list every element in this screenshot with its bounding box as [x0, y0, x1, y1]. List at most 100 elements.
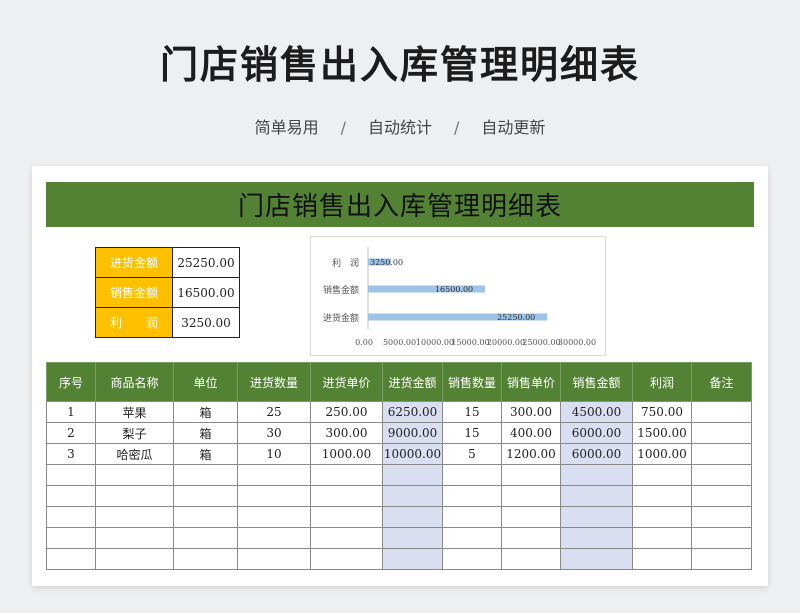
table-cell[interactable]: 6250.00 — [382, 401, 443, 423]
table-cell[interactable]: 箱 — [173, 443, 238, 465]
column-header[interactable]: 进货单价 — [310, 362, 383, 402]
summary-label-profit[interactable]: 利 润 — [95, 307, 173, 338]
table-cell[interactable] — [382, 485, 443, 507]
table-cell[interactable] — [691, 401, 752, 423]
summary-value-purchase[interactable]: 25250.00 — [172, 247, 240, 278]
table-cell[interactable] — [237, 485, 311, 507]
table-cell[interactable] — [691, 422, 752, 444]
table-cell[interactable]: 10 — [237, 443, 311, 465]
table-cell[interactable] — [173, 548, 238, 570]
table-cell[interactable] — [46, 548, 96, 570]
table-cell[interactable] — [382, 464, 443, 486]
summary-label-purchase[interactable]: 进货金额 — [95, 247, 173, 278]
summary-label-sales[interactable]: 销售金额 — [95, 277, 173, 308]
summary-value-sales[interactable]: 16500.00 — [172, 277, 240, 308]
table-cell[interactable] — [691, 443, 752, 465]
table-cell[interactable]: 250.00 — [310, 401, 383, 423]
table-cell[interactable] — [442, 527, 502, 549]
column-header[interactable]: 利润 — [632, 362, 692, 402]
table-cell[interactable]: 箱 — [173, 422, 238, 444]
table-cell[interactable]: 5 — [442, 443, 502, 465]
table-cell[interactable] — [310, 485, 383, 507]
table-cell[interactable] — [173, 506, 238, 528]
table-cell[interactable]: 750.00 — [632, 401, 692, 423]
table-cell[interactable] — [237, 527, 311, 549]
table-cell[interactable]: 1000.00 — [310, 443, 383, 465]
table-cell[interactable]: 1000.00 — [632, 443, 692, 465]
table-cell[interactable] — [95, 506, 174, 528]
table-cell[interactable] — [237, 506, 311, 528]
column-header[interactable]: 进货金额 — [382, 362, 443, 402]
column-header[interactable]: 序号 — [46, 362, 96, 402]
summary-value-profit[interactable]: 3250.00 — [172, 307, 240, 338]
table-cell[interactable] — [46, 464, 96, 486]
table-cell[interactable]: 1500.00 — [632, 422, 692, 444]
column-header[interactable]: 销售单价 — [501, 362, 561, 402]
table-cell[interactable] — [382, 506, 443, 528]
table-cell[interactable]: 哈密瓜 — [95, 443, 174, 465]
column-header[interactable]: 进货数量 — [237, 362, 311, 402]
column-header[interactable]: 备注 — [691, 362, 752, 402]
table-cell[interactable] — [691, 548, 752, 570]
table-cell[interactable] — [46, 485, 96, 507]
table-cell[interactable] — [46, 527, 96, 549]
table-cell[interactable] — [95, 527, 174, 549]
table-cell[interactable]: 9000.00 — [382, 422, 443, 444]
table-cell[interactable] — [310, 548, 383, 570]
table-cell[interactable] — [95, 485, 174, 507]
table-cell[interactable] — [501, 464, 561, 486]
table-cell[interactable] — [237, 464, 311, 486]
table-cell[interactable]: 10000.00 — [382, 443, 443, 465]
table-cell[interactable]: 1200.00 — [501, 443, 561, 465]
table-cell[interactable] — [310, 527, 383, 549]
table-cell[interactable] — [310, 464, 383, 486]
summary-bar-chart[interactable]: 利 润 3250.00 销售金额 16500.00 进货金额 25250.00 0.00 50… — [310, 236, 606, 356]
table-cell[interactable] — [46, 506, 96, 528]
table-cell[interactable]: 30 — [237, 422, 311, 444]
table-cell[interactable] — [560, 548, 633, 570]
table-cell[interactable] — [691, 506, 752, 528]
table-cell[interactable] — [442, 464, 502, 486]
table-cell[interactable]: 1 — [46, 401, 96, 423]
table-cell[interactable] — [632, 506, 692, 528]
table-cell[interactable]: 6000.00 — [560, 422, 633, 444]
table-cell[interactable] — [560, 485, 633, 507]
table-cell[interactable] — [501, 506, 561, 528]
table-cell[interactable]: 箱 — [173, 401, 238, 423]
table-cell[interactable]: 15 — [442, 401, 502, 423]
table-cell[interactable] — [560, 527, 633, 549]
table-cell[interactable] — [501, 485, 561, 507]
table-cell[interactable] — [173, 485, 238, 507]
table-cell[interactable] — [382, 527, 443, 549]
table-cell[interactable]: 300.00 — [501, 401, 561, 423]
table-cell[interactable]: 4500.00 — [560, 401, 633, 423]
column-header[interactable]: 销售金额 — [560, 362, 633, 402]
table-cell[interactable] — [501, 527, 561, 549]
table-cell[interactable] — [632, 527, 692, 549]
table-cell[interactable] — [442, 485, 502, 507]
column-header[interactable]: 单位 — [173, 362, 238, 402]
table-cell[interactable] — [632, 548, 692, 570]
table-cell[interactable] — [560, 464, 633, 486]
table-cell[interactable]: 2 — [46, 422, 96, 444]
table-cell[interactable] — [560, 506, 633, 528]
table-cell[interactable]: 400.00 — [501, 422, 561, 444]
table-cell[interactable] — [501, 548, 561, 570]
table-cell[interactable]: 25 — [237, 401, 311, 423]
table-cell[interactable]: 300.00 — [310, 422, 383, 444]
table-cell[interactable]: 6000.00 — [560, 443, 633, 465]
table-cell[interactable] — [632, 464, 692, 486]
table-cell[interactable]: 苹果 — [95, 401, 174, 423]
column-header[interactable]: 销售数量 — [442, 362, 502, 402]
table-cell[interactable] — [237, 548, 311, 570]
table-cell[interactable]: 梨子 — [95, 422, 174, 444]
table-cell[interactable] — [310, 506, 383, 528]
table-cell[interactable] — [95, 464, 174, 486]
table-cell[interactable] — [691, 485, 752, 507]
table-cell[interactable] — [691, 527, 752, 549]
table-cell[interactable] — [95, 548, 174, 570]
table-cell[interactable] — [382, 548, 443, 570]
table-cell[interactable] — [442, 548, 502, 570]
table-cell[interactable] — [691, 464, 752, 486]
table-cell[interactable] — [632, 485, 692, 507]
